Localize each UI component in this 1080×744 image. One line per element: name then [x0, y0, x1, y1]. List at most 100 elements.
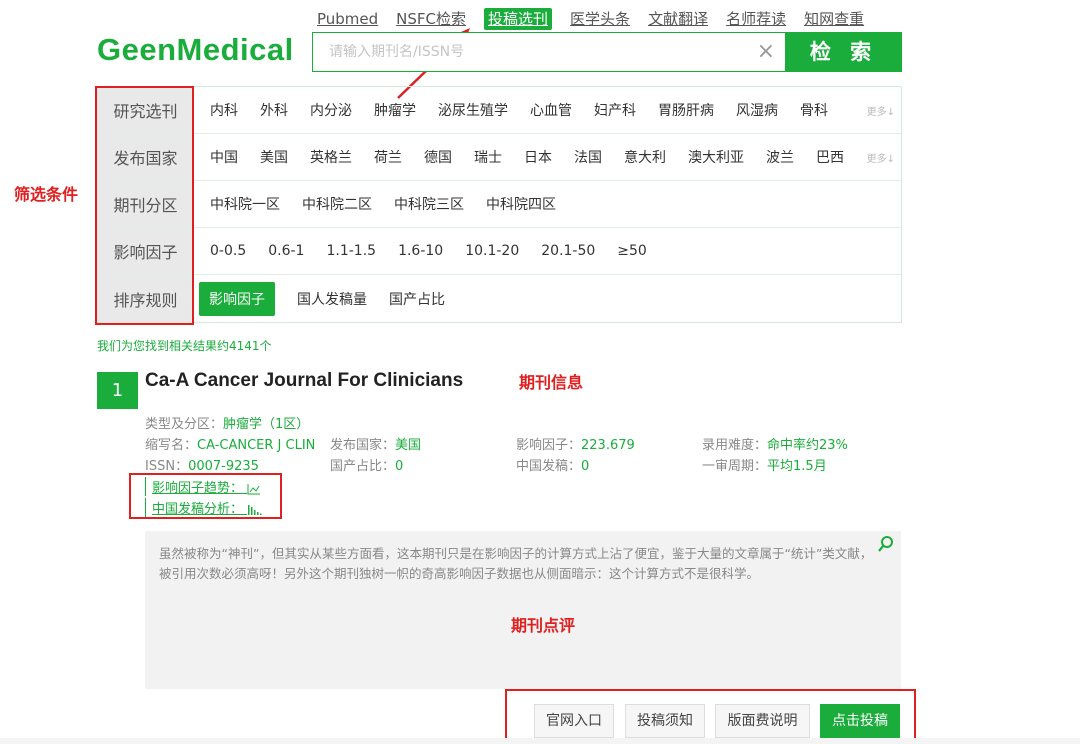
filter-option[interactable]: 美国 — [260, 147, 288, 167]
annotation-review: 期刊点评 — [511, 616, 576, 635]
info-label: 国产占比： — [330, 459, 396, 474]
filter-option[interactable]: ≥50 — [617, 243, 647, 259]
info-value: 美国 — [395, 438, 422, 453]
nav-medical-headlines[interactable]: 医学头条 — [570, 8, 630, 30]
trend-label: 影响因子趋势： — [152, 481, 244, 496]
info-value: 肿瘤学（1区） — [223, 417, 310, 432]
filter-option[interactable]: 波兰 — [766, 147, 794, 167]
nav-submission-select[interactable]: 投稿选刊 — [484, 8, 553, 30]
info-label: 中国发稿： — [516, 459, 582, 474]
sort-option[interactable]: 国人发稿量 — [297, 289, 367, 309]
info-value: 0007-9235 — [188, 459, 259, 474]
filter-option[interactable]: 中科院二区 — [302, 194, 372, 214]
filter-option[interactable]: 巴西 — [816, 147, 844, 167]
info-label: 影响因子： — [516, 438, 582, 453]
submit-button[interactable]: 点击投稿 — [820, 704, 900, 738]
page-fee-button[interactable]: 版面费说明 — [715, 704, 810, 738]
nav-translation[interactable]: 文献翻译 — [648, 8, 708, 30]
filter-option[interactable]: 0.6-1 — [268, 243, 304, 259]
info-label: 一审周期： — [702, 459, 768, 474]
info-label: ISSN： — [145, 459, 189, 474]
nav-plagiarism-check[interactable]: 知网查重 — [804, 8, 864, 30]
filter-row-country: 发布国家 中国 美国 英格兰 荷兰 德国 瑞士 日本 法国 意大利 澳大利亚 波… — [97, 134, 901, 181]
info-value: 0 — [395, 459, 404, 474]
filter-option[interactable]: 妇产科 — [594, 100, 636, 120]
journal-impact-factor: 影响因子：223.679 — [516, 434, 635, 453]
filter-label: 发布国家 — [97, 134, 194, 180]
filter-row-partition: 期刊分区 中科院一区 中科院二区 中科院三区 中科院四区 — [97, 181, 901, 228]
more-link[interactable]: 更多↓ — [867, 103, 895, 118]
filter-row-subject: 研究选刊 内科 外科 内分泌 肿瘤学 泌尿生殖学 心血管 妇产科 胃肠肝病 风湿… — [97, 87, 901, 134]
nav-recommended[interactable]: 名师荐读 — [726, 8, 786, 30]
filter-label: 期刊分区 — [97, 181, 194, 227]
filter-option[interactable]: 心血管 — [530, 100, 572, 120]
filter-option[interactable]: 外科 — [260, 100, 288, 120]
filter-option[interactable]: 0-0.5 — [210, 243, 246, 259]
filter-option[interactable]: 瑞士 — [474, 147, 502, 167]
review-text: 虽然被称为“神刊”，但其实从某些方面看，这本期刊只是在影响因子的计算方式上沾了便… — [159, 546, 873, 581]
journal-china-papers: 中国发稿：0 — [516, 455, 589, 474]
filter-option[interactable]: 肿瘤学 — [374, 100, 416, 120]
filter-option[interactable]: 胃肠肝病 — [658, 100, 714, 120]
filter-option[interactable]: 意大利 — [624, 147, 666, 167]
filter-option[interactable]: 澳大利亚 — [688, 147, 744, 167]
filter-option[interactable]: 中国 — [210, 147, 238, 167]
filter-option[interactable]: 骨科 — [800, 100, 828, 120]
filter-option[interactable]: 日本 — [524, 147, 552, 167]
sort-option[interactable]: 国产占比 — [389, 289, 445, 309]
filter-option[interactable]: 内分泌 — [310, 100, 352, 120]
journal-abbr: 缩写名：CA-CANCER J CLIN — [145, 434, 315, 453]
filter-label: 研究选刊 — [97, 87, 194, 133]
info-label: 录用难度： — [702, 438, 768, 453]
filter-option[interactable]: 20.1-50 — [541, 243, 595, 259]
info-value: 平均1.5月 — [767, 459, 827, 474]
rank-badge: 1 — [97, 372, 138, 409]
filter-label: 排序规则 — [97, 275, 194, 322]
filter-option[interactable]: 英格兰 — [310, 147, 352, 167]
journal-country: 发布国家：美国 — [330, 434, 421, 453]
filter-row-impact: 影响因子 0-0.5 0.6-1 1.1-1.5 1.6-10 10.1-20 … — [97, 228, 901, 275]
search-button[interactable]: 检 索 — [785, 32, 902, 72]
filter-options: 中国 美国 英格兰 荷兰 德国 瑞士 日本 法国 意大利 澳大利亚 波兰 巴西 … — [194, 134, 901, 180]
submission-guide-button[interactable]: 投稿须知 — [625, 704, 705, 738]
filter-option[interactable]: 1.1-1.5 — [326, 243, 376, 259]
journal-review-cycle: 一审周期：平均1.5月 — [702, 455, 827, 474]
info-label: 类型及分区： — [145, 417, 224, 432]
filter-row-sort: 排序规则 影响因子 国人发稿量 国产占比 — [97, 275, 901, 322]
official-site-button[interactable]: 官网入口 — [534, 704, 614, 738]
site-logo[interactable]: GeenMedical — [97, 32, 294, 68]
filter-options: 0-0.5 0.6-1 1.1-1.5 1.6-10 10.1-20 20.1-… — [194, 228, 901, 274]
filter-option[interactable]: 风湿病 — [736, 100, 778, 120]
filter-option[interactable]: 中科院四区 — [486, 194, 556, 214]
info-label: 缩写名： — [145, 438, 198, 453]
magnifier-icon[interactable] — [877, 535, 895, 558]
page-footer-strip — [0, 738, 1080, 744]
journal-domestic-ratio: 国产占比：0 — [330, 455, 403, 474]
sort-option-selected[interactable]: 影响因子 — [199, 281, 275, 316]
clear-icon[interactable]: × — [757, 41, 775, 63]
filter-option[interactable]: 德国 — [424, 147, 452, 167]
filter-option[interactable]: 中科院一区 — [210, 194, 280, 214]
filter-option[interactable]: 中科院三区 — [394, 194, 464, 214]
nav-pubmed[interactable]: Pubmed — [317, 8, 378, 30]
annotation-journal-info: 期刊信息 — [519, 373, 584, 392]
journal-title[interactable]: Ca-A Cancer Journal For Clinicians — [145, 370, 463, 392]
info-label: 发布国家： — [330, 438, 396, 453]
filter-option[interactable]: 法国 — [574, 147, 602, 167]
journal-difficulty: 录用难度：命中率约23% — [702, 434, 848, 453]
filter-option[interactable]: 泌尿生殖学 — [438, 100, 508, 120]
info-value: 0 — [581, 459, 590, 474]
filter-option[interactable]: 10.1-20 — [465, 243, 519, 259]
china-analysis-link[interactable]: 中国发稿分析： — [145, 498, 263, 517]
search-input[interactable] — [313, 33, 743, 71]
filter-options: 内科 外科 内分泌 肿瘤学 泌尿生殖学 心血管 妇产科 胃肠肝病 风湿病 骨科 … — [194, 87, 901, 133]
filter-label: 影响因子 — [97, 228, 194, 274]
annotation-filter: 筛选条件 — [14, 185, 79, 204]
filter-option[interactable]: 1.6-10 — [398, 243, 443, 259]
more-link[interactable]: 更多↓ — [867, 150, 895, 165]
filter-option[interactable]: 荷兰 — [374, 147, 402, 167]
journal-type: 类型及分区：肿瘤学（1区） — [145, 413, 309, 432]
filter-option[interactable]: 内科 — [210, 100, 238, 120]
journal-issn: ISSN：0007-9235 — [145, 455, 259, 474]
impact-trend-link[interactable]: 影响因子趋势： — [145, 477, 261, 496]
